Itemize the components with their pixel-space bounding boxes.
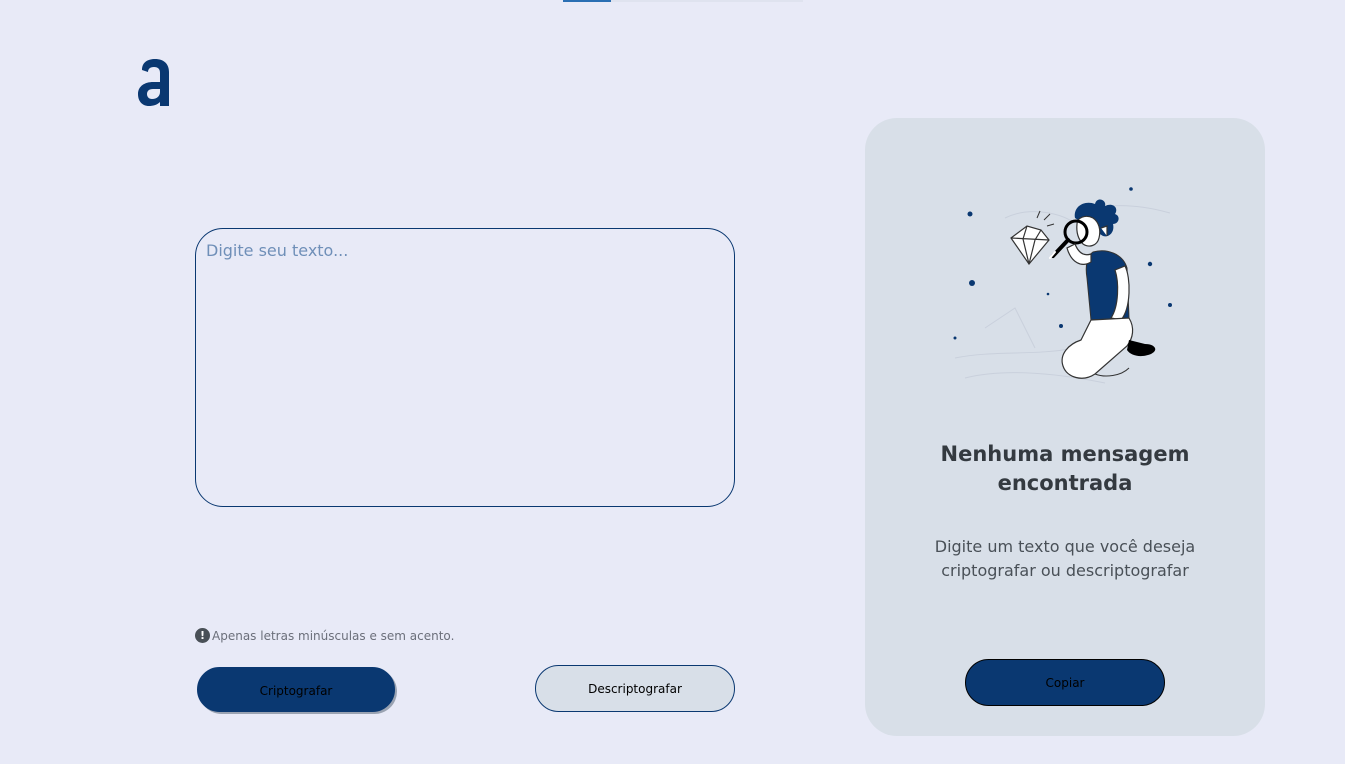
copy-button-label: Copiar — [1045, 675, 1085, 690]
alura-logo-icon — [138, 59, 169, 106]
hint-text: Apenas letras minúsculas e sem acento. — [212, 628, 455, 643]
encrypt-button-label: Criptografar — [259, 684, 333, 698]
output-panel: Nenhuma mensagem encontrada Digite um te… — [865, 118, 1265, 736]
copy-button[interactable]: Copiar — [965, 659, 1165, 706]
empty-state-description: Digite um texto que você deseja criptogr… — [934, 537, 1196, 580]
message-input[interactable] — [195, 228, 735, 507]
encrypt-button[interactable]: Criptografar — [197, 667, 395, 712]
decrypt-button-label: Descriptografar — [588, 681, 682, 696]
top-tab-indicator — [563, 0, 803, 2]
empty-state-title: Nenhuma mensagem encontrada — [940, 442, 1190, 495]
exclamation-circle-icon: ! — [195, 628, 210, 643]
decrypt-button[interactable]: Descriptografar — [535, 665, 735, 712]
input-hint: ! Apenas letras minúsculas e sem acento. — [195, 628, 454, 643]
active-tab-underline — [563, 0, 611, 2]
person-searching-illustration-icon — [953, 187, 1172, 384]
